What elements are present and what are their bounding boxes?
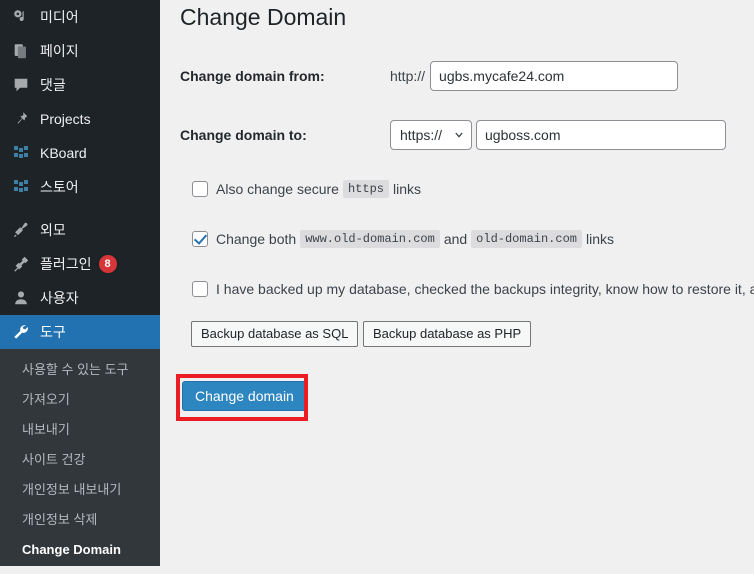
sidebar-item-plugins[interactable]: 플러그인 8 — [0, 247, 160, 281]
change-domain-to-row: Change domain to: http:// https:// — [180, 120, 726, 150]
sidebar-item-label: 페이지 — [40, 43, 79, 59]
submenu-item-export-personal-data[interactable]: 개인정보 내보내기 — [0, 475, 160, 505]
to-scheme-select-wrap: http:// https:// — [390, 120, 472, 150]
sidebar-item-label: 사용자 — [40, 290, 79, 306]
sidebar-item-tools[interactable]: 도구 — [0, 315, 160, 349]
checkbox-row-secure-links: Also change secure https links — [192, 180, 421, 198]
change-domain-from-row: Change domain from: http:// — [180, 61, 679, 91]
change-domain-to-label: Change domain to: — [180, 127, 307, 143]
code-https: https — [342, 180, 389, 198]
also-change-secure-links-checkbox[interactable] — [192, 181, 208, 197]
sidebar-item-label: 스토어 — [40, 179, 79, 195]
code-www-old-domain: www.old-domain.com — [300, 230, 440, 248]
paintbrush-icon — [11, 220, 31, 240]
grid-dots-icon — [11, 177, 31, 197]
submenu-item-available-tools[interactable]: 사용할 수 있는 도구 — [0, 355, 160, 385]
sidebar-item-label: 외모 — [40, 222, 66, 238]
sidebar-item-media[interactable]: 미디어 — [0, 0, 160, 34]
grid-dots-icon — [11, 143, 31, 163]
sidebar-item-store[interactable]: 스토어 — [0, 170, 160, 204]
wrench-icon — [11, 322, 31, 342]
submenu-item-import[interactable]: 가져오기 — [0, 385, 160, 415]
submenu-item-erase-personal-data[interactable]: 개인정보 삭제 — [0, 505, 160, 535]
sidebar-item-kboard[interactable]: KBoard — [0, 136, 160, 170]
page-title: Change Domain — [180, 4, 347, 30]
submenu-item-site-health[interactable]: 사이트 건강 — [0, 445, 160, 475]
from-scheme-static: http:// — [390, 68, 426, 84]
backup-database-sql-button[interactable]: Backup database as SQL — [191, 321, 359, 347]
plug-icon — [11, 254, 31, 274]
plugin-update-badge: 8 — [98, 255, 117, 273]
backup-confirmation-checkbox[interactable] — [192, 281, 208, 297]
sidebar-item-comments[interactable]: 댓글 — [0, 68, 160, 102]
checkbox-label-and: and — [443, 231, 468, 247]
comments-icon — [11, 75, 31, 95]
sidebar-item-appearance[interactable]: 외모 — [0, 213, 160, 247]
user-icon — [11, 288, 31, 308]
checkbox-label-text: I have backed up my database, checked th… — [216, 281, 754, 297]
sidebar-separator — [0, 204, 160, 213]
code-old-domain: old-domain.com — [471, 230, 582, 248]
sidebar-item-projects[interactable]: Projects — [0, 102, 160, 136]
checkbox-label-text-tail: links — [586, 231, 615, 247]
sidebar-item-label: Projects — [40, 111, 91, 127]
checkbox-label-text-tail: links — [392, 181, 421, 197]
sidebar-item-label: 댓글 — [40, 77, 66, 93]
from-domain-input[interactable] — [430, 61, 679, 91]
change-both-links-checkbox[interactable] — [192, 231, 208, 247]
backup-database-php-button[interactable]: Backup database as PHP — [363, 321, 532, 347]
submenu-item-change-domain[interactable]: Change Domain — [0, 535, 160, 565]
submenu-item-export[interactable]: 내보내기 — [0, 415, 160, 445]
to-scheme-select[interactable]: http:// https:// — [390, 120, 472, 150]
sidebar-item-label: KBoard — [40, 145, 87, 161]
media-icon — [11, 7, 31, 27]
main-content: Change Domain Change domain from: http:/… — [160, 0, 754, 574]
sidebar-item-label: 플러그인 — [40, 256, 92, 272]
tools-submenu: 사용할 수 있는 도구 가져오기 내보내기 사이트 건강 개인정보 내보내기 개… — [0, 349, 160, 566]
checkbox-row-backup-confirm: I have backed up my database, checked th… — [192, 281, 754, 297]
checkbox-row-change-both: Change both www.old-domain.com and old-d… — [192, 230, 614, 248]
checkbox-label-text: Change both — [216, 231, 297, 247]
change-domain-submit-button[interactable]: Change domain — [182, 381, 307, 411]
to-domain-input[interactable] — [476, 120, 726, 150]
admin-sidebar: 미디어 페이지 댓글 Projects KBoard 스토어 외모 플러그인 8… — [0, 0, 160, 566]
screen: 미디어 페이지 댓글 Projects KBoard 스토어 외모 플러그인 8… — [0, 0, 754, 574]
sidebar-item-users[interactable]: 사용자 — [0, 281, 160, 315]
change-domain-from-label: Change domain from: — [180, 68, 325, 84]
pages-icon — [11, 41, 31, 61]
checkbox-label-text: Also change secure — [216, 181, 339, 197]
pin-icon — [11, 109, 31, 129]
sidebar-item-label: 미디어 — [40, 9, 79, 25]
sidebar-item-pages[interactable]: 페이지 — [0, 34, 160, 68]
sidebar-item-label: 도구 — [40, 324, 66, 340]
